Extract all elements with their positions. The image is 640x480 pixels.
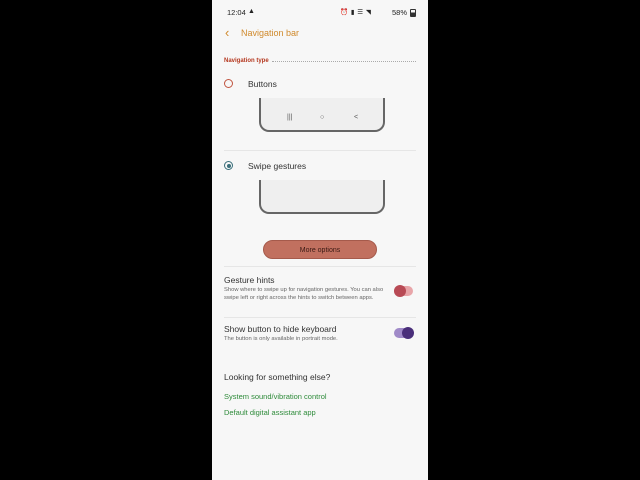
hide-keyboard-title: Show button to hide keyboard xyxy=(224,324,337,334)
option-buttons-label: Buttons xyxy=(248,79,277,89)
warning-icon: ▲ xyxy=(248,8,255,15)
looking-for-title: Looking for something else? xyxy=(224,372,331,382)
app-header: ‹ Navigation bar xyxy=(212,22,428,44)
nav-keys: ||| ○ < xyxy=(261,114,383,124)
section-divider xyxy=(272,61,416,62)
radio-buttons[interactable] xyxy=(224,79,233,88)
toggle-knob xyxy=(402,327,414,339)
home-icon: ○ xyxy=(320,114,325,121)
divider xyxy=(224,266,416,267)
divider xyxy=(224,317,416,318)
radio-swipe-gestures[interactable] xyxy=(224,161,233,170)
gesture-hints-setting[interactable]: Gesture hints Show where to swipe up for… xyxy=(224,275,416,302)
hide-keyboard-setting[interactable]: Show button to hide keyboard The button … xyxy=(224,324,416,344)
battery-icon xyxy=(410,9,416,17)
option-swipe-gestures-label: Swipe gestures xyxy=(248,161,307,171)
gesture-hints-description: Show where to swipe up for navigation ge… xyxy=(224,287,384,301)
option-swipe-gestures[interactable]: Swipe gestures xyxy=(212,157,428,177)
status-time: 12:04 xyxy=(227,8,246,17)
option-buttons[interactable]: Buttons xyxy=(212,75,428,95)
swipe-gestures-preview[interactable] xyxy=(259,180,385,214)
hide-keyboard-toggle[interactable] xyxy=(394,327,414,339)
divider xyxy=(224,150,416,151)
phone-screen: 12:04 ▲ ⏰ ▮ ☰ ◥ 58% ‹ Navigation bar Nav… xyxy=(212,0,428,480)
buttons-preview[interactable]: ||| ○ < xyxy=(259,98,385,132)
back-icon: < xyxy=(354,114,359,121)
battery-percent: 58% xyxy=(392,8,408,17)
status-bar: 12:04 ▲ ⏰ ▮ ☰ ◥ 58% xyxy=(212,0,428,24)
link-system-sound[interactable]: System sound/vibration control xyxy=(224,392,327,401)
hide-keyboard-description: The button is only available in portrait… xyxy=(224,336,338,342)
gesture-hints-title: Gesture hints xyxy=(224,275,275,285)
back-arrow-icon[interactable]: ‹ xyxy=(225,26,237,40)
toggle-knob xyxy=(394,285,406,297)
gesture-hints-toggle[interactable] xyxy=(394,285,413,297)
status-icons: ⏰ ▮ ☰ ◥ xyxy=(340,9,372,16)
section-label-navigation-type: Navigation type xyxy=(224,58,269,64)
more-options-button[interactable]: More options xyxy=(263,240,377,259)
recents-icon: ||| xyxy=(287,114,293,121)
link-digital-assistant[interactable]: Default digital assistant app xyxy=(224,408,316,417)
page-title: Navigation bar xyxy=(241,28,300,38)
